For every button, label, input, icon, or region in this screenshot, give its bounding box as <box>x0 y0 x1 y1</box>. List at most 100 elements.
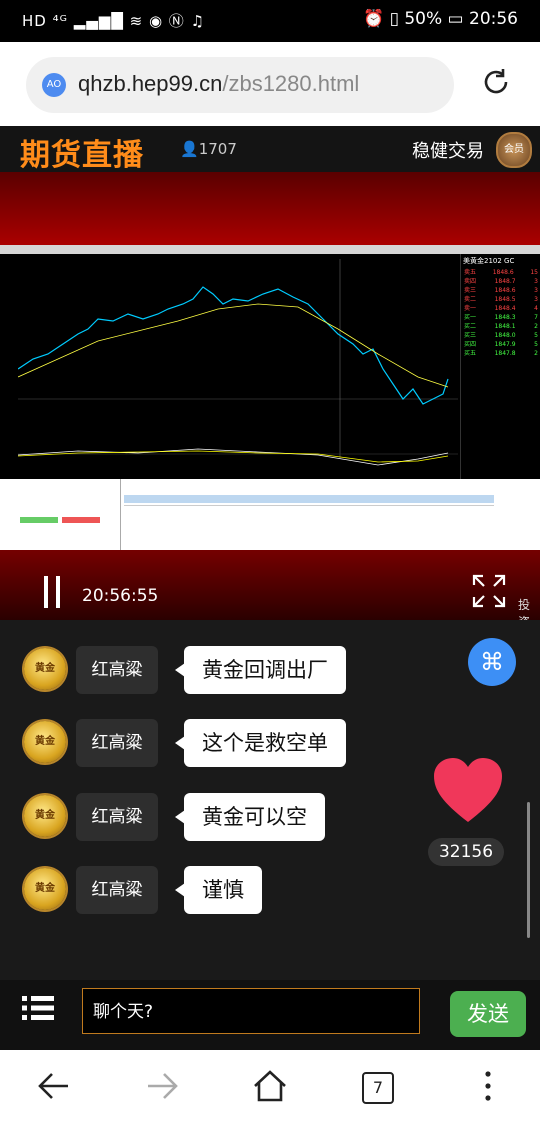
quote-cell: 卖三 <box>464 287 477 294</box>
user-name[interactable]: 红高粱 <box>76 719 158 767</box>
trading-toolbar <box>0 245 540 254</box>
user-name[interactable]: 红高粱 <box>76 646 158 694</box>
quote-row: 卖五 1848.6 15 <box>461 268 540 277</box>
site-icon: AO <box>42 73 66 97</box>
pause-button[interactable] <box>44 576 64 608</box>
video-time: 20:56:55 <box>82 586 159 606</box>
quote-cell: 2 <box>534 350 538 357</box>
quote-row: 买五 1847.8 2 <box>461 349 540 358</box>
quote-cell: 卖一 <box>464 305 477 312</box>
user-name[interactable]: 红高粱 <box>76 793 158 841</box>
video-player[interactable]: 美黄金2102 GC 卖五 1848.6 15 卖四 1848.7 3 卖三 1848.6 3 卖… <box>0 172 540 620</box>
back-arrow-icon[interactable] <box>36 1068 72 1104</box>
status-bar: HD ⁴ᴳ ▂▄▆█ ≋ ◉ Ⓝ ♫ ⏰ ▯ 50% ▭ 20:56 <box>0 0 540 42</box>
quote-cell: 5 <box>534 341 538 348</box>
status-right: ⏰ ▯ 50% ▭ 20:56 <box>363 9 518 29</box>
instrument-name: 美黄金2102 GC <box>463 257 515 265</box>
quote-cell: 1848.7 <box>494 278 516 285</box>
chat-scrollbar[interactable] <box>527 802 530 938</box>
heart-icon[interactable] <box>432 756 504 828</box>
quote-cell: 买一 <box>464 314 477 321</box>
quote-cell: 1848.0 <box>494 332 516 339</box>
quote-cell: 3 <box>534 287 538 294</box>
message-bubble: 黄金回调出厂 <box>175 646 346 694</box>
quote-cell: 1847.9 <box>494 341 516 348</box>
url-path: /zbs1280.html <box>222 71 360 96</box>
quote-row: 买一 1848.3 7 <box>461 313 540 322</box>
battery-icon: ▭ <box>447 9 464 29</box>
more-menu-icon[interactable] <box>470 1068 506 1104</box>
macd-indicator <box>18 448 458 466</box>
quote-row: 卖二 1848.5 3 <box>461 295 540 304</box>
header-slogan: 稳健交易 <box>412 141 484 162</box>
quote-cell: 4 <box>534 305 538 312</box>
price-chart <box>18 259 458 459</box>
quote-cell: 1848.6 <box>492 269 514 276</box>
quote-cell: 7 <box>534 314 538 321</box>
quote-cell: 卖二 <box>464 296 477 303</box>
quote-cell: 2 <box>534 323 538 330</box>
quote-cell: 1848.3 <box>494 314 516 321</box>
message-bubble: 谨慎 <box>175 866 262 914</box>
refresh-icon[interactable] <box>480 66 512 98</box>
vibrate-icon: ▯ <box>389 9 399 29</box>
quote-row: 买二 1848.1 2 <box>461 322 540 331</box>
browser-nav-bar: 7 <box>0 1050 540 1122</box>
like-count: 32156 <box>428 838 504 866</box>
battery-percent: 50% <box>404 9 443 29</box>
quote-row: 卖一 1848.4 4 <box>461 304 540 313</box>
side-caption: 投资 <box>518 598 531 620</box>
quote-cell: 3 <box>534 278 538 285</box>
quote-cell: 5 <box>534 332 538 339</box>
quote-cell: 买三 <box>464 332 477 339</box>
quote-cell: 买四 <box>464 341 477 348</box>
user-avatar[interactable]: 黄金 <box>24 868 66 910</box>
chat-message: 黄金 红高粱 黄金回调出厂 <box>0 642 540 702</box>
send-button[interactable]: 发送 <box>450 991 526 1037</box>
status-icons: HD ⁴ᴳ ▂▄▆█ ≋ ◉ Ⓝ ♫ <box>22 12 206 30</box>
user-name[interactable]: 红高粱 <box>76 866 158 914</box>
quote-cell: 3 <box>534 296 538 303</box>
user-avatar[interactable]: 黄金 <box>24 648 66 690</box>
site-header: 期货直播 👤1707 稳健交易 会员 <box>0 126 540 173</box>
quote-row: 卖四 1848.7 3 <box>461 277 540 286</box>
quote-rows: 卖五 1848.6 15 卖四 1848.7 3 卖三 1848.6 3 卖二 1848.5 3 卖一 1… <box>461 268 540 358</box>
quote-cell: 1848.4 <box>494 305 516 312</box>
user-avatar[interactable]: 黄金 <box>24 795 66 837</box>
user-avatar[interactable]: 黄金 <box>24 721 66 763</box>
quote-cell: 1848.1 <box>494 323 516 330</box>
quote-row: 买三 1848.0 5 <box>461 331 540 340</box>
quote-cell: 卖五 <box>464 269 477 276</box>
site-logo: 期货直播 <box>20 138 144 173</box>
viewer-count: 👤1707 <box>180 140 237 158</box>
quote-cell: 卖四 <box>464 278 477 285</box>
url-text[interactable]: qhzb.hep99.cn/zbs1280.html <box>78 71 359 97</box>
clock: 20:56 <box>469 9 518 29</box>
message-bubble: 黄金可以空 <box>175 793 325 841</box>
quote-cell: 15 <box>530 269 538 276</box>
fullscreen-icon[interactable] <box>472 574 506 608</box>
member-badge[interactable]: 会员 <box>496 132 532 168</box>
viewer-count-value: 1707 <box>198 140 237 158</box>
chat-input[interactable]: 聊个天? <box>82 988 420 1034</box>
quote-row: 买四 1847.9 5 <box>461 340 540 349</box>
quote-cell: 买二 <box>464 323 477 330</box>
address-field[interactable]: AO qhzb.hep99.cn/zbs1280.html <box>26 57 454 113</box>
alarm-icon: ⏰ <box>362 9 385 29</box>
url-domain: qhzb.hep99.cn <box>78 71 223 96</box>
forward-arrow-icon[interactable] <box>144 1068 180 1104</box>
quote-panel: 美黄金2102 GC 卖五 1848.6 15 卖四 1848.7 3 卖三 1848.6 3 卖… <box>460 254 540 479</box>
browser-url-bar: AO qhzb.hep99.cn/zbs1280.html <box>0 42 540 126</box>
quote-cell: 1847.8 <box>494 350 516 357</box>
trading-screen: 美黄金2102 GC 卖五 1848.6 15 卖四 1848.7 3 卖三 1848.6 3 卖… <box>0 245 540 550</box>
list-menu-icon[interactable] <box>22 994 54 1022</box>
tabs-button[interactable]: 7 <box>362 1072 394 1104</box>
home-icon[interactable] <box>252 1068 288 1104</box>
quote-row: 卖三 1848.6 3 <box>461 286 540 295</box>
chat-input-row: 聊个天? 发送 <box>0 980 540 1050</box>
quote-cell: 买五 <box>464 350 477 357</box>
person-icon: 👤 <box>180 140 199 158</box>
order-panel <box>0 479 540 550</box>
quote-cell: 1848.6 <box>494 287 516 294</box>
command-menu-button[interactable]: ⌘ <box>468 638 516 686</box>
